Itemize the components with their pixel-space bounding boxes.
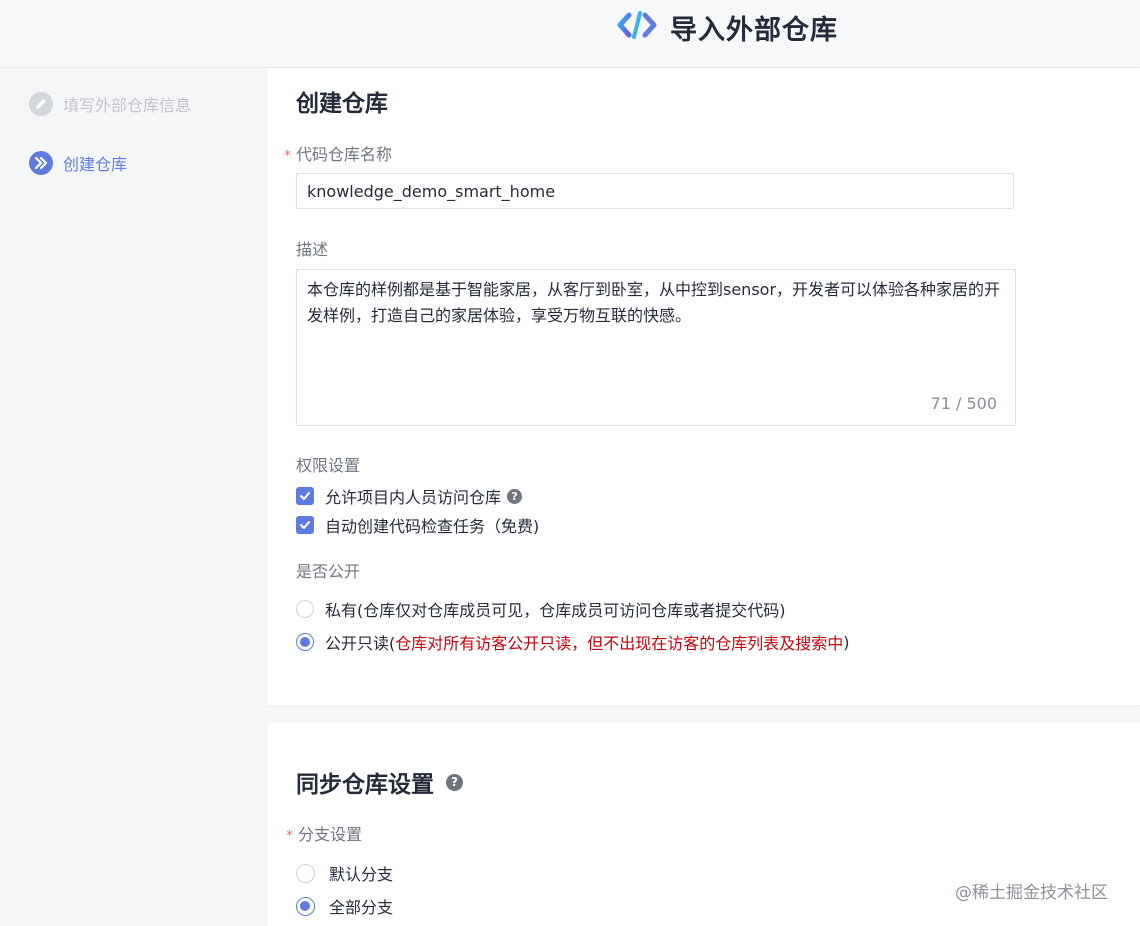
step-fill-external-info[interactable]: 填写外部仓库信息 xyxy=(29,92,191,116)
code-logo-icon xyxy=(617,11,657,39)
section-title: 同步仓库设置 ? xyxy=(296,765,463,799)
repo-name-label: * 代码仓库名称 xyxy=(284,141,392,165)
pencil-icon xyxy=(29,92,53,116)
checkbox-checked[interactable] xyxy=(296,516,314,534)
checkbox-checked[interactable] xyxy=(296,487,314,505)
radio-button[interactable] xyxy=(296,863,315,883)
page-title: 导入外部仓库 xyxy=(670,15,838,46)
permission-label: 权限设置 xyxy=(296,456,361,475)
step-label: 填写外部仓库信息 xyxy=(63,96,192,115)
visibility-public-readonly-option[interactable]: 公开只读(仓库对所有访客公开只读，但不出现在访客的仓库列表及搜索中 ) xyxy=(296,630,850,654)
watermark: @稀土掘金技术社区 xyxy=(955,883,1108,903)
branch-settings-label-text: 分支设置 xyxy=(298,825,363,844)
option-warning-note: 仓库对所有访客公开只读，但不出现在访客的仓库列表及搜索中 xyxy=(395,634,844,653)
description-textarea[interactable]: 本仓库的样例都是基于智能家居，从客厅到卧室，从中控到sensor，开发者可以体验… xyxy=(296,269,1016,426)
step-label: 创建仓库 xyxy=(63,155,128,174)
repo-name-label-text: 代码仓库名称 xyxy=(296,145,393,164)
repo-name-value: knowledge_demo_smart_home xyxy=(307,181,556,201)
section-title: 创建仓库 xyxy=(296,91,388,117)
question-icon[interactable]: ? xyxy=(446,773,463,791)
radio-button[interactable] xyxy=(296,600,314,618)
option-label: 默认分支 xyxy=(329,865,394,884)
branch-default-option[interactable]: 默认分支 xyxy=(296,861,393,885)
branch-all-option[interactable]: 全部分支 xyxy=(296,894,393,918)
create-repo-card: 创建仓库 * 代码仓库名称 knowledge_demo_smart_home 描… xyxy=(267,68,1140,705)
auto-code-check-option[interactable]: 自动创建代码检查任务（免费) xyxy=(296,513,539,537)
required-mark: * xyxy=(284,148,291,164)
option-label: 全部分支 xyxy=(329,898,394,917)
branch-settings-label: * 分支设置 xyxy=(286,821,362,845)
top-bar: 导入外部仓库 xyxy=(0,0,1140,68)
option-label: 公开只读( xyxy=(325,634,396,653)
description-label: 描述 xyxy=(296,240,329,259)
step-create-repo[interactable]: 创建仓库 xyxy=(29,151,127,175)
char-counter: 71 / 500 xyxy=(930,394,997,413)
visibility-private-option[interactable]: 私有(仓库仅对仓库成员可见，仓库成员可访问仓库或者提交代码) xyxy=(296,597,786,621)
radio-button-selected[interactable] xyxy=(296,633,314,651)
allow-member-access-option[interactable]: 允许项目内人员访问仓库 ? xyxy=(296,484,523,508)
repo-name-input[interactable]: knowledge_demo_smart_home xyxy=(296,173,1014,209)
option-label: 私有(仓库仅对仓库成员可见，仓库成员可访问仓库或者提交代码) xyxy=(325,601,786,620)
double-chevron-right-icon xyxy=(29,151,53,175)
option-label: 允许项目内人员访问仓库 xyxy=(325,488,502,507)
required-mark: * xyxy=(286,828,293,844)
visibility-label: 是否公开 xyxy=(296,562,361,581)
radio-button-selected[interactable] xyxy=(296,896,315,916)
question-icon[interactable]: ? xyxy=(507,488,523,504)
option-label: 自动创建代码检查任务（免费) xyxy=(325,517,540,536)
option-label-suffix: ) xyxy=(843,632,850,652)
description-value: 本仓库的样例都是基于智能家居，从客厅到卧室，从中控到sensor，开发者可以体验… xyxy=(307,280,1001,325)
section-title-text: 同步仓库设置 xyxy=(296,772,434,798)
sidebar-steps: 填写外部仓库信息 创建仓库 xyxy=(0,68,266,926)
